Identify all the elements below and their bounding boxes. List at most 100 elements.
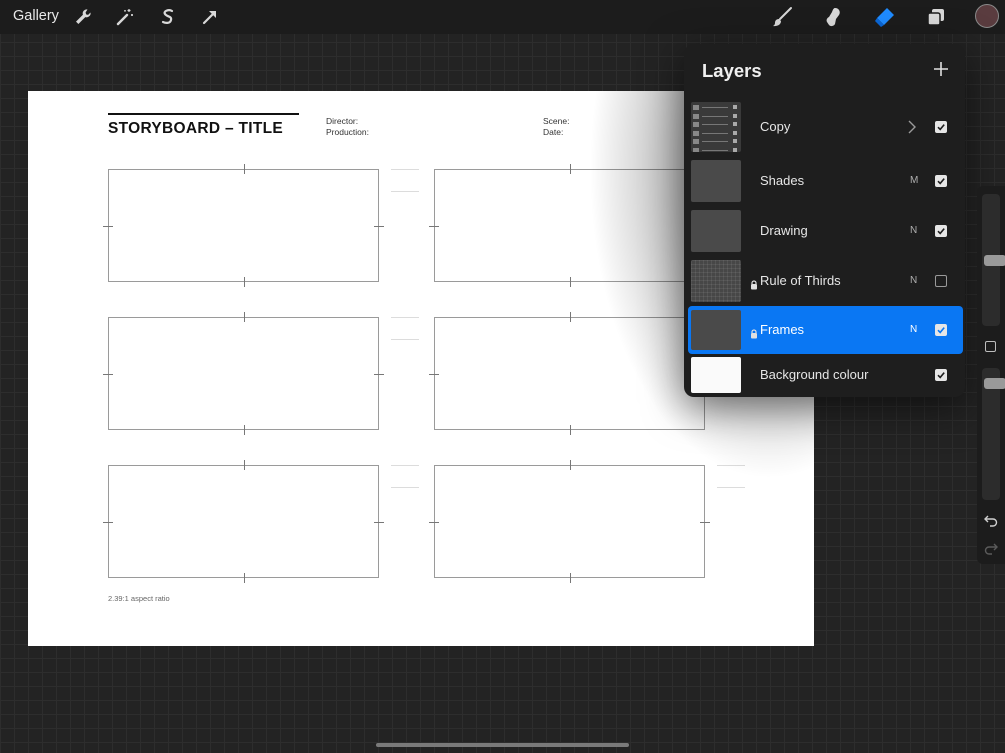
crop-tick bbox=[243, 277, 245, 287]
crop-tick bbox=[374, 373, 384, 375]
crop-tick bbox=[243, 460, 245, 470]
layer-thumbnail bbox=[691, 210, 741, 252]
storyboard-frame bbox=[108, 169, 379, 282]
scene-label: Scene: bbox=[543, 116, 570, 126]
production-label: Production: bbox=[326, 127, 369, 137]
note-line bbox=[391, 465, 419, 466]
crop-tick bbox=[429, 521, 439, 523]
visibility-checkbox[interactable] bbox=[935, 121, 947, 133]
layer-thumbnail bbox=[691, 260, 741, 302]
smudge-icon[interactable] bbox=[822, 6, 844, 28]
layer-thumbnail bbox=[691, 102, 741, 152]
brush-size-knob[interactable] bbox=[984, 255, 1005, 266]
note-line bbox=[391, 169, 419, 170]
layer-name: Shades bbox=[760, 173, 805, 188]
storyboard-frame bbox=[434, 317, 705, 430]
crop-tick bbox=[569, 277, 571, 287]
layer-name: Frames bbox=[760, 322, 805, 337]
layer-row[interactable]: Copy bbox=[688, 98, 963, 156]
layer-name: Drawing bbox=[760, 223, 808, 238]
aspect-ratio-note: 2.39:1 aspect ratio bbox=[108, 594, 170, 603]
group-preview-row bbox=[693, 113, 739, 120]
undo-icon[interactable] bbox=[983, 513, 999, 527]
layers-icon[interactable] bbox=[925, 6, 947, 28]
layer-row[interactable]: Frames N bbox=[688, 306, 963, 354]
storyboard-title: STORYBOARD – TITLE bbox=[108, 120, 284, 137]
add-layer-icon[interactable] bbox=[930, 58, 952, 80]
redo-icon[interactable] bbox=[983, 541, 999, 555]
crop-tick bbox=[374, 225, 384, 227]
note-line bbox=[391, 487, 419, 488]
group-preview-row bbox=[693, 121, 739, 128]
crop-tick bbox=[569, 164, 571, 174]
group-preview-row bbox=[693, 147, 739, 152]
wrench-icon[interactable] bbox=[72, 6, 94, 28]
crop-tick bbox=[700, 521, 710, 523]
crop-tick bbox=[569, 312, 571, 322]
crop-tick bbox=[374, 521, 384, 523]
layer-row[interactable]: Background colour bbox=[688, 353, 963, 397]
crop-tick bbox=[243, 312, 245, 322]
blend-mode-button[interactable]: N bbox=[910, 275, 917, 286]
transform-arrow-icon[interactable] bbox=[199, 6, 221, 28]
crop-tick bbox=[243, 164, 245, 174]
blend-mode-button[interactable]: M bbox=[910, 175, 918, 186]
storyboard-frame bbox=[108, 465, 379, 578]
modify-square-icon[interactable] bbox=[985, 341, 996, 352]
crop-tick bbox=[429, 225, 439, 227]
crop-tick bbox=[243, 573, 245, 583]
gallery-button[interactable]: Gallery bbox=[13, 8, 59, 24]
chevron-right-icon[interactable] bbox=[906, 118, 918, 136]
eraser-icon[interactable] bbox=[873, 6, 895, 28]
opacity-knob[interactable] bbox=[984, 378, 1005, 389]
storyboard-frame bbox=[108, 317, 379, 430]
opacity-slider[interactable] bbox=[982, 368, 1005, 500]
note-line bbox=[391, 339, 419, 340]
group-preview-row bbox=[693, 130, 739, 137]
visibility-checkbox[interactable] bbox=[935, 369, 947, 381]
side-controls bbox=[977, 186, 1005, 564]
visibility-checkbox[interactable] bbox=[935, 225, 947, 237]
home-indicator bbox=[376, 743, 629, 747]
visibility-checkbox[interactable] bbox=[935, 175, 947, 187]
storyboard-frame bbox=[434, 169, 705, 282]
note-line bbox=[717, 487, 745, 488]
magic-wand-icon[interactable] bbox=[114, 6, 136, 28]
blend-mode-button[interactable]: N bbox=[910, 324, 917, 335]
storyboard-frame bbox=[434, 465, 705, 578]
layer-thumbnail bbox=[691, 160, 741, 202]
crop-tick bbox=[103, 225, 113, 227]
crop-tick bbox=[243, 425, 245, 435]
top-toolbar: Gallery bbox=[0, 0, 1005, 34]
selection-icon[interactable] bbox=[157, 6, 179, 28]
brush-size-slider[interactable] bbox=[982, 194, 1005, 326]
date-label: Date: bbox=[543, 127, 564, 137]
note-line bbox=[717, 465, 745, 466]
layer-row[interactable]: Shades M bbox=[688, 156, 963, 206]
group-preview-row bbox=[693, 104, 739, 111]
note-line bbox=[391, 317, 419, 318]
blend-mode-button[interactable]: N bbox=[910, 225, 917, 236]
crop-tick bbox=[429, 373, 439, 375]
visibility-checkbox[interactable] bbox=[935, 275, 947, 287]
layer-thumbnail bbox=[691, 310, 741, 350]
crop-tick bbox=[569, 460, 571, 470]
layer-name: Background colour bbox=[760, 367, 869, 382]
layer-row[interactable]: Drawing N bbox=[688, 206, 963, 256]
lock-icon bbox=[750, 326, 758, 339]
crop-tick bbox=[103, 373, 113, 375]
title-rule bbox=[108, 113, 299, 115]
layer-name: Rule of Thirds bbox=[760, 273, 841, 288]
layer-row[interactable]: Rule of Thirds N bbox=[688, 256, 963, 306]
crop-tick bbox=[569, 573, 571, 583]
visibility-checkbox[interactable] bbox=[935, 324, 947, 336]
layers-panel: Layers Copy Shades M Drawing N Rule of Thirds… bbox=[684, 44, 965, 397]
crop-tick bbox=[569, 425, 571, 435]
lock-icon bbox=[750, 277, 758, 290]
brush-icon[interactable] bbox=[771, 6, 793, 28]
note-line bbox=[391, 191, 419, 192]
crop-tick bbox=[103, 521, 113, 523]
color-swatch[interactable] bbox=[975, 4, 999, 28]
layers-panel-title: Layers bbox=[702, 60, 762, 81]
layer-thumbnail bbox=[691, 357, 741, 393]
